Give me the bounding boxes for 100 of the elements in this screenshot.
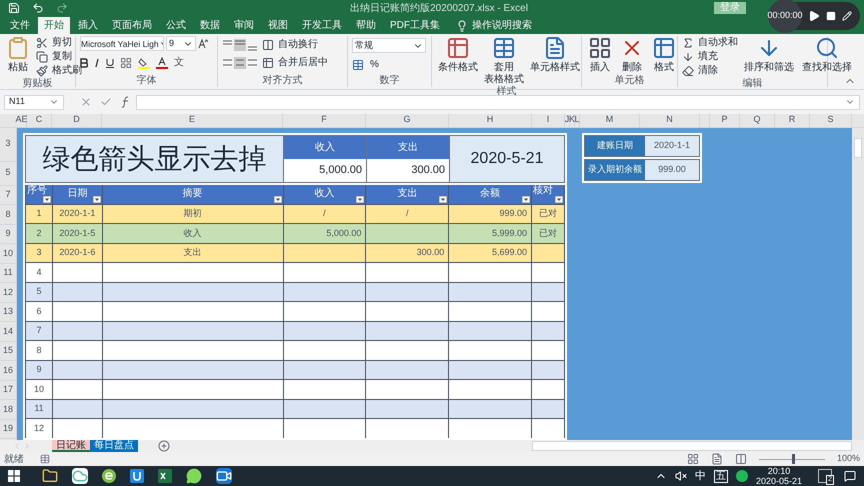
ribbon-tab[interactable]: 页面布局 bbox=[106, 17, 158, 34]
pen-icon[interactable] bbox=[842, 11, 852, 21]
filter-dropdown-icon[interactable] bbox=[522, 196, 530, 203]
ribbon-tab[interactable]: 数据 bbox=[194, 17, 226, 34]
format-cells-icon bbox=[652, 36, 676, 60]
ribbon-tab[interactable]: 视图 bbox=[262, 17, 294, 34]
page-layout-icon[interactable] bbox=[710, 453, 723, 465]
copy-button[interactable]: 复制 bbox=[36, 50, 82, 64]
filter-dropdown-icon[interactable] bbox=[274, 196, 282, 203]
table-cell-text: 5,699.00 bbox=[492, 246, 528, 260]
table-cell-text: 8 bbox=[36, 344, 42, 357]
undo-icon[interactable] bbox=[32, 2, 44, 14]
border-icon[interactable] bbox=[120, 56, 132, 69]
autosum-button[interactable]: 自动求和 bbox=[682, 36, 738, 50]
format-as-table-button[interactable]: 套用 表格格式 bbox=[482, 36, 526, 86]
app-u-icon[interactable] bbox=[130, 469, 144, 483]
zoom-slider[interactable] bbox=[758, 454, 825, 464]
folder-icon[interactable] bbox=[42, 468, 58, 484]
format-painter-button[interactable]: 格式刷 bbox=[36, 64, 82, 78]
play-icon[interactable] bbox=[808, 10, 820, 22]
filter-dropdown-icon[interactable] bbox=[356, 196, 364, 203]
ribbon-tab[interactable]: 开发工具 bbox=[296, 17, 348, 34]
table-cell-text: 300.00 bbox=[416, 246, 444, 260]
video-icon[interactable] bbox=[216, 468, 232, 484]
sheet-tab[interactable]: 每日盘点 bbox=[90, 440, 138, 452]
ribbon-tab[interactable]: 文件 bbox=[4, 17, 36, 34]
sheet-tab[interactable]: 日记账 bbox=[52, 440, 90, 452]
ribbon-tab[interactable]: 插入 bbox=[72, 17, 104, 34]
sort-filter-button[interactable]: 排序和筛选 bbox=[742, 36, 796, 74]
table-cell-text: / bbox=[323, 207, 326, 220]
horizontal-scrollbar[interactable] bbox=[532, 440, 852, 451]
add-sheet-icon[interactable] bbox=[158, 440, 170, 452]
ribbon-tab[interactable]: PDF工具集 bbox=[384, 17, 446, 34]
cut-button[interactable]: 剪切 bbox=[36, 36, 82, 50]
chat-icon[interactable] bbox=[186, 468, 202, 484]
tray-app-icon[interactable] bbox=[736, 470, 748, 482]
row-header: 5 bbox=[5, 166, 10, 180]
delete-cells-button[interactable]: 删除 bbox=[618, 36, 646, 74]
group-label: 单元格 bbox=[614, 75, 644, 88]
save-icon[interactable] bbox=[8, 2, 20, 14]
font-name-dropdown[interactable]: Microsoft YaHei Ligh bbox=[80, 36, 164, 52]
paste-button[interactable]: 粘贴 bbox=[4, 36, 32, 78]
fill-button[interactable]: 填充 bbox=[682, 50, 738, 64]
bold-icon[interactable] bbox=[80, 58, 88, 68]
percent-button[interactable]: % bbox=[370, 57, 379, 72]
autosum-icon bbox=[682, 37, 694, 50]
normal-view-icon[interactable] bbox=[686, 453, 699, 465]
action-center-icon[interactable] bbox=[844, 470, 856, 482]
sheet-title: 绿色箭头显示去掉 bbox=[26, 136, 284, 182]
header-label: 日期 bbox=[67, 188, 88, 199]
format-cells-button[interactable]: 格式 bbox=[650, 36, 678, 74]
align-top-icon[interactable] bbox=[222, 39, 258, 52]
cloud-icon[interactable] bbox=[72, 468, 88, 484]
ribbon-tab[interactable]: 公式 bbox=[160, 17, 192, 34]
ribbon-tab[interactable]: 帮助 bbox=[350, 17, 382, 34]
filter-dropdown-icon[interactable] bbox=[42, 196, 51, 203]
group-label: 剪贴板 bbox=[22, 78, 52, 90]
filter-dropdown-icon[interactable] bbox=[439, 196, 448, 203]
ribbon-tab[interactable]: 审阅 bbox=[228, 17, 260, 34]
font-size-dropdown[interactable]: 9 bbox=[166, 36, 196, 52]
stop-icon[interactable] bbox=[826, 11, 836, 21]
ribbon-tab[interactable]: 开始 bbox=[38, 17, 70, 34]
table-cell-text: 2 bbox=[36, 226, 42, 240]
font-color-icon[interactable] bbox=[156, 56, 168, 69]
underline-icon[interactable] bbox=[106, 58, 114, 68]
table-cell-text: 10 bbox=[34, 382, 44, 396]
cell-styles-button[interactable]: 单元格样式 bbox=[528, 36, 582, 74]
italic-icon[interactable] bbox=[94, 58, 100, 68]
muted-volume-icon[interactable] bbox=[674, 470, 687, 482]
conditional-format-button[interactable]: 条件格式 bbox=[436, 36, 480, 74]
clock-time: 20:10 bbox=[768, 466, 790, 476]
number-format-dropdown[interactable]: 常规 bbox=[352, 38, 426, 54]
align-center-icon[interactable] bbox=[222, 57, 258, 70]
phonetic-button[interactable]: 文 bbox=[174, 55, 184, 70]
find-select-button[interactable]: 查找和选择 bbox=[800, 36, 854, 74]
filter-dropdown-icon[interactable] bbox=[92, 196, 101, 203]
clear-button[interactable]: 清除 bbox=[682, 64, 738, 78]
setting-label: 录入期初余额 bbox=[585, 160, 645, 180]
browser-icon[interactable] bbox=[102, 469, 116, 483]
tell-me-search[interactable]: 操作说明搜索 bbox=[456, 17, 532, 34]
filter-dropdown-icon[interactable] bbox=[554, 196, 563, 203]
row-header: 10 bbox=[2, 246, 13, 260]
table-cell-text: 期初 bbox=[184, 207, 202, 220]
group-label: 编辑 bbox=[742, 78, 762, 90]
insert-cells-button[interactable]: 插入 bbox=[586, 36, 614, 74]
excel-icon[interactable] bbox=[158, 469, 172, 483]
format-as-table-icon bbox=[492, 36, 516, 60]
windows-start-icon[interactable] bbox=[8, 470, 20, 482]
page-break-icon[interactable] bbox=[734, 453, 747, 465]
row-header: 8 bbox=[5, 208, 10, 221]
grow-font-icon[interactable] bbox=[198, 38, 208, 49]
vertical-scrollbar[interactable] bbox=[852, 128, 864, 440]
column-header: P bbox=[721, 113, 728, 126]
fill-color-icon[interactable] bbox=[138, 56, 150, 69]
name-box[interactable]: N11 bbox=[4, 94, 64, 110]
wrap-text-button[interactable]: 自动换行 bbox=[262, 38, 318, 52]
formula-input[interactable] bbox=[136, 94, 860, 110]
merge-center-button[interactable]: 合并后居中 bbox=[262, 56, 328, 70]
group-label: 对齐方式 bbox=[262, 75, 302, 88]
column-header: C bbox=[36, 113, 42, 126]
